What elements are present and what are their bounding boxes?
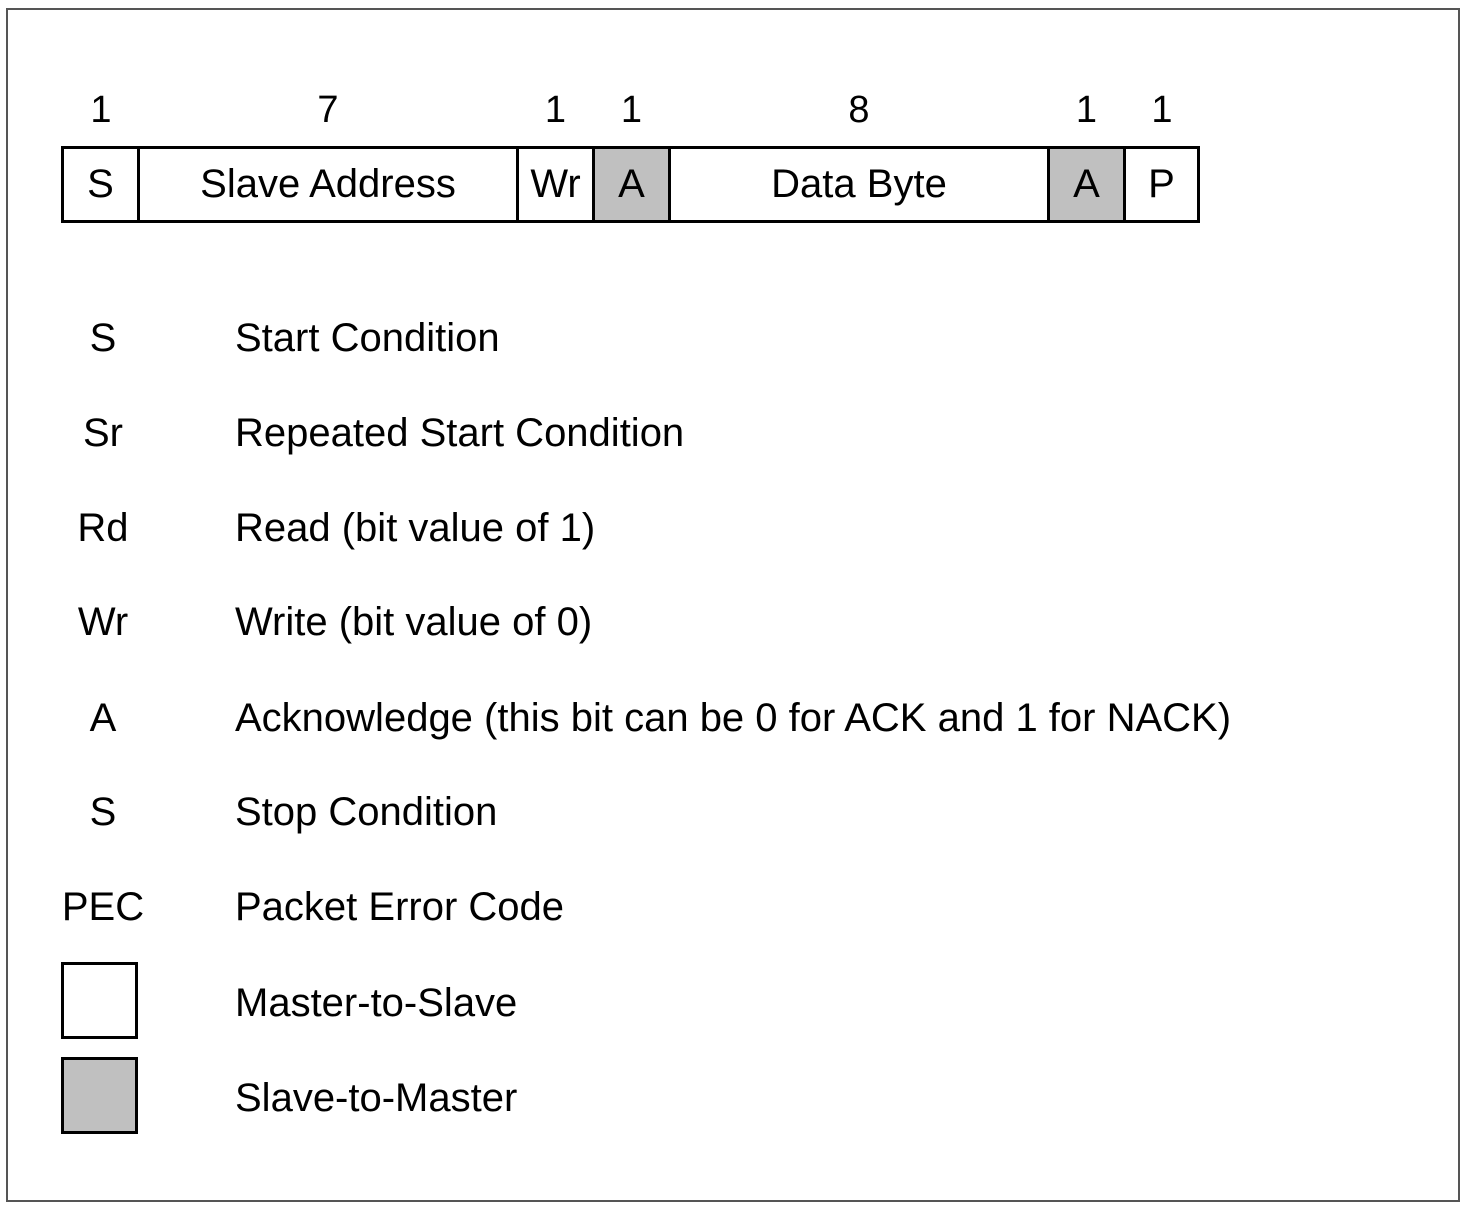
field-ack: A: [1047, 146, 1126, 223]
legend-abbr: Sr: [83, 411, 123, 455]
legend-desc: Packet Error Code: [235, 885, 565, 929]
legend-desc: Read (bit value of 1): [235, 506, 596, 550]
bit-count: 7: [317, 89, 339, 131]
field-stop: P: [1123, 146, 1200, 223]
slave-to-master-swatch: [61, 1057, 138, 1134]
legend-desc: Stop Condition: [235, 790, 498, 834]
legend-abbr: S: [89, 790, 117, 834]
field-write: Wr: [516, 146, 595, 223]
field-ack: A: [592, 146, 671, 223]
legend-desc: Acknowledge (this bit can be 0 for ACK a…: [235, 696, 1232, 740]
legend-desc: Slave-to-Master: [235, 1076, 518, 1120]
field-slave-address: Slave Address: [137, 146, 519, 223]
legend-desc: Repeated Start Condition: [235, 411, 685, 455]
bit-count: 1: [1151, 89, 1173, 131]
legend-abbr: A: [89, 696, 117, 740]
bit-count: 1: [620, 89, 643, 131]
field-start: S: [61, 146, 140, 223]
legend-desc: Master-to-Slave: [235, 981, 518, 1025]
master-to-slave-swatch: [61, 962, 138, 1039]
legend-abbr: S: [89, 316, 117, 360]
legend-abbr: PEC: [61, 885, 145, 929]
bit-count: 1: [544, 89, 567, 131]
bit-count: 1: [1075, 89, 1098, 131]
legend-abbr: Rd: [77, 506, 129, 550]
bit-count: 8: [848, 89, 870, 131]
legend-desc: Start Condition: [235, 316, 500, 360]
field-data-byte: Data Byte: [668, 146, 1050, 223]
bit-count: 1: [90, 89, 112, 131]
legend-desc: Write (bit value of 0): [235, 600, 593, 644]
smbus-diagram: 1 7 1 1 8 1 1 S Slave Address Wr A Data …: [0, 0, 1472, 1212]
legend-abbr: Wr: [77, 600, 129, 644]
